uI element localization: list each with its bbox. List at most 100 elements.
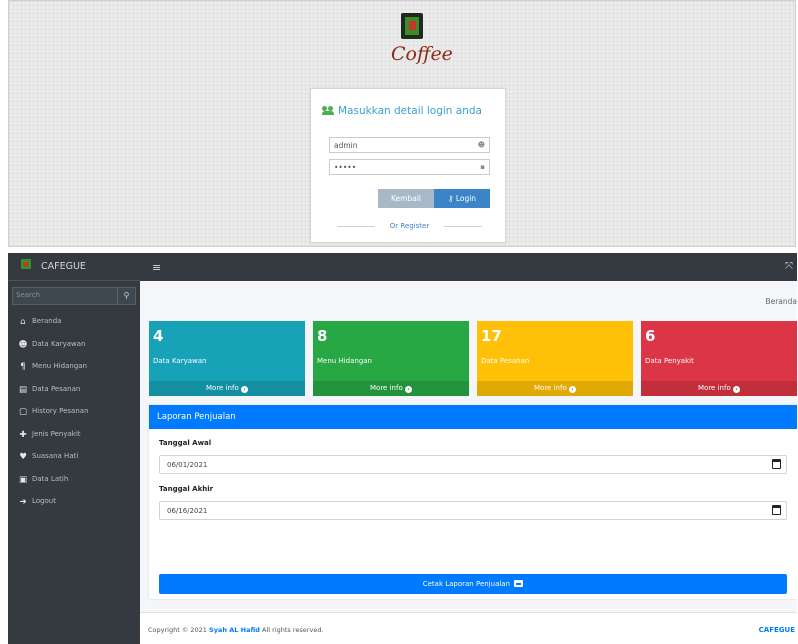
heart-icon: ♥ — [19, 452, 27, 462]
stat-box: 4 Data Karyawan More info › — [149, 321, 305, 396]
calendar-icon[interactable] — [772, 505, 781, 515]
rights-text: All rights reserved. — [262, 626, 324, 634]
password-value: ••••• — [334, 163, 357, 172]
login-title: Masukkan detail login anda — [322, 105, 482, 117]
back-button[interactable]: Kembali — [378, 189, 434, 208]
breadcrumb[interactable]: Beranda — [765, 297, 797, 306]
brand[interactable]: CAFEGUE — [8, 253, 140, 281]
sidebar-item[interactable]: ♥ Suasana Hati — [8, 448, 140, 466]
stat-label: Data Karyawan — [153, 357, 207, 365]
more-info-link[interactable]: More info › — [313, 381, 469, 396]
sidebar-item-label: History Pesanan — [32, 407, 89, 415]
end-date-value: 06/16/2021 — [167, 507, 208, 515]
more-info-link[interactable]: More info › — [149, 381, 305, 396]
sidebar-item-label: Data Karyawan — [32, 339, 86, 348]
fullscreen-icon[interactable]: ⤧ — [785, 261, 793, 272]
sidebar-item[interactable]: ▢ History Pesanan — [8, 403, 140, 421]
sidebar-item-label: Data Pesanan — [32, 384, 81, 393]
sidebar-item[interactable]: ▣ Data Latih — [8, 471, 140, 489]
start-date-input[interactable]: 06/01/2021 — [159, 455, 787, 474]
sidebar-item[interactable]: ¶ Menu Hidangan — [8, 358, 140, 376]
sidebar-item[interactable]: ✚ Jenis Penyakit — [8, 426, 140, 444]
file-icon: ▤ — [18, 384, 28, 395]
calendar-icon[interactable] — [772, 459, 781, 469]
arrow-circle-icon: › — [404, 386, 412, 393]
sidebar-item-label: Data Latih — [32, 474, 69, 483]
stat-label: Data Pesanan — [481, 357, 530, 365]
sidebar-item[interactable]: ☻ Data Karyawan — [8, 336, 140, 354]
login-screen: Coffee Masukkan detail login anda admin … — [8, 0, 796, 247]
start-date-label: Tanggal Awal — [159, 439, 212, 447]
author-link[interactable]: Syah AL Hafid — [209, 626, 260, 634]
username-value: admin — [334, 141, 358, 150]
home-icon: ⌂ — [20, 317, 26, 327]
more-info-label: More info — [370, 384, 403, 392]
copyright-text: Copyright © 2021 — [148, 626, 207, 634]
user-icon: ☻ — [18, 339, 28, 350]
more-info-label: More info — [206, 384, 239, 392]
user-icon: ☻ — [477, 141, 485, 149]
users-icon — [322, 106, 335, 115]
chart-icon: ▣ — [18, 474, 28, 485]
sidebar-item[interactable]: ▤ Data Pesanan — [8, 381, 140, 399]
stat-label: Menu Hidangan — [317, 357, 372, 365]
more-info-label: More info — [698, 384, 731, 392]
login-button-label: Login — [455, 194, 477, 203]
stat-label: Data Penyakit — [645, 357, 694, 365]
stat-value: 8 — [317, 327, 328, 345]
brand-logo-icon — [19, 259, 33, 273]
stat-value: 6 — [645, 327, 656, 345]
sidebar: CAFEGUE Search ⚲ ⌂ Beranda ☻ Data Karyawan ¶… — [8, 253, 140, 644]
stat-box: 8 Menu Hidangan More info › — [313, 321, 469, 396]
print-icon — [514, 580, 524, 587]
sidebar-item[interactable]: ➜ Logout — [8, 493, 140, 511]
footer: Copyright © 2021 Syah AL Hafid All right… — [140, 612, 797, 644]
sidebar-item-label: Menu Hidangan — [32, 362, 87, 370]
history-icon: ▢ — [18, 407, 28, 417]
login-title-text: Masukkan detail login anda — [338, 105, 482, 117]
password-field[interactable]: ••••• ▪ — [329, 159, 490, 175]
footer-brand: CAFEGUE — [758, 626, 795, 634]
sidebar-item-label: Jenis Penyakit — [32, 429, 81, 438]
cg-logo-icon — [401, 13, 423, 39]
arrow-circle-icon: › — [240, 386, 248, 393]
username-field[interactable]: admin ☻ — [329, 137, 490, 153]
start-date-value: 06/01/2021 — [167, 461, 208, 469]
logo-text: Coffee — [391, 43, 453, 65]
logout-icon: ➜ — [19, 497, 27, 507]
stat-value: 17 — [481, 327, 502, 345]
key-icon: ⚷ — [447, 194, 454, 203]
menu-toggle-icon[interactable]: ≡ — [152, 261, 161, 274]
arrow-circle-icon: › — [732, 386, 740, 393]
stat-box: 6 Data Penyakit More info › — [641, 321, 797, 396]
end-date-input[interactable]: 06/16/2021 — [159, 501, 787, 520]
more-info-link[interactable]: More info › — [477, 381, 633, 396]
card-title: Laporan Penjualan — [149, 405, 797, 429]
sidebar-item[interactable]: ⌂ Beranda — [8, 313, 140, 331]
lock-icon: ▪ — [480, 163, 485, 171]
register-link[interactable]: Or Register — [337, 222, 482, 230]
sales-report-card: Laporan Penjualan Tanggal Awal 06/01/202… — [149, 405, 797, 599]
footer-copyright: Copyright © 2021 Syah AL Hafid All right… — [148, 626, 324, 634]
search-icon[interactable]: ⚲ — [117, 288, 135, 304]
main-content: Beranda 4 Data Karyawan More info › 8 Menu H… — [140, 281, 797, 644]
coffee-logo: Coffee — [389, 7, 453, 77]
end-date-label: Tanggal Akhir — [159, 485, 214, 493]
utensils-icon: ¶ — [20, 362, 26, 372]
sidebar-item-label: Beranda — [32, 317, 62, 325]
medical-icon: ✚ — [19, 429, 27, 440]
sidebar-item-label: Logout — [32, 497, 56, 505]
login-form: Masukkan detail login anda admin ☻ •••••… — [310, 88, 506, 243]
stat-value: 4 — [153, 327, 164, 345]
more-info-label: More info — [534, 384, 567, 392]
sidebar-search[interactable]: Search ⚲ — [12, 287, 136, 305]
sidebar-item-label: Suasana Hati — [32, 452, 79, 460]
brand-text: CAFEGUE — [41, 261, 86, 272]
more-info-link[interactable]: More info › — [641, 381, 797, 396]
print-button-label: Cetak Laporan Penjualan — [422, 580, 511, 588]
dashboard-screen: CAFEGUE Search ⚲ ⌂ Beranda ☻ Data Karyawan ¶… — [8, 253, 797, 644]
top-navbar: ≡ ⤧ — [140, 253, 797, 281]
print-report-button[interactable]: Cetak Laporan Penjualan — [159, 574, 787, 594]
login-button[interactable]: ⚷ Login — [434, 189, 490, 208]
search-input[interactable]: Search — [16, 291, 40, 299]
